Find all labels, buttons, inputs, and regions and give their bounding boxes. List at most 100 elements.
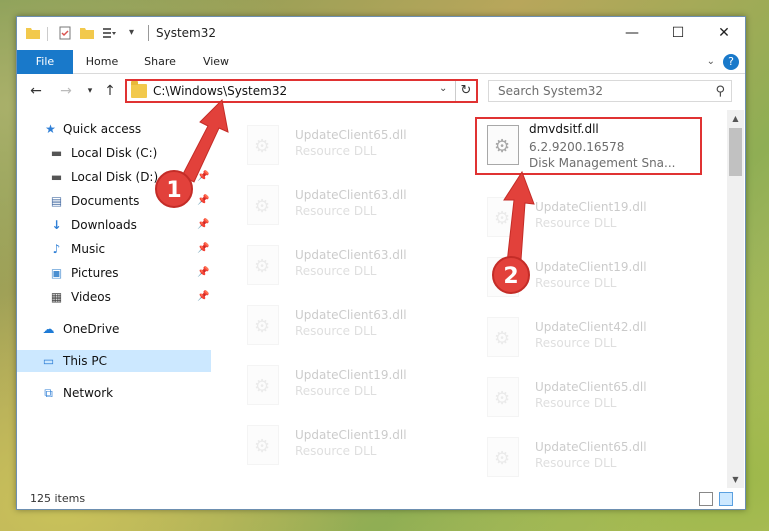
list-item[interactable]: UpdateClient42.dll Resource DLL	[477, 312, 705, 364]
sidebar-item-label: Local Disk (C:)	[71, 146, 158, 160]
folder-icon	[131, 81, 147, 98]
sidebar-item-label: Music	[71, 242, 106, 256]
search-icon[interactable]: ⚲	[715, 84, 725, 99]
scroll-up-icon[interactable]: ▲	[727, 110, 744, 127]
recent-locations-icon[interactable]: ▾	[81, 82, 99, 100]
sidebar-item-label: OneDrive	[63, 322, 120, 336]
sidebar-item-label: Network	[63, 386, 114, 400]
sidebar-item-network[interactable]: ⧉ Network	[17, 382, 211, 404]
dll-file-icon	[247, 365, 279, 405]
star-icon: ★	[45, 122, 56, 136]
sidebar-item-quick-access[interactable]: ★ Quick access	[17, 118, 211, 140]
list-item[interactable]: UpdateClient65.dll Resource DLL	[237, 120, 465, 172]
pin-icon[interactable]: 📌	[197, 190, 209, 212]
dll-file-icon	[247, 425, 279, 465]
pin-icon[interactable]: 📌	[197, 238, 209, 260]
refresh-icon[interactable]: ↻	[455, 81, 476, 101]
file-type: Resource DLL	[295, 264, 377, 278]
file-type: Resource DLL	[535, 276, 617, 290]
address-bar[interactable]: C:\Windows\System32 ⌄ ↻	[125, 79, 478, 103]
dll-file-icon	[487, 377, 519, 417]
list-item[interactable]: UpdateClient19.dll Resource DLL	[477, 192, 705, 244]
sidebar-item-label: Local Disk (D:)	[71, 170, 159, 184]
file-name: UpdateClient63.dll	[295, 308, 407, 322]
search-input[interactable]: Search System32 ⚲	[488, 80, 732, 102]
file-name: UpdateClient19.dll	[535, 200, 647, 214]
file-type: Resource DLL	[295, 384, 377, 398]
pin-icon[interactable]: 📌	[197, 214, 209, 236]
list-item[interactable]: UpdateClient19.dll Resource DLL	[237, 360, 465, 412]
sidebar-item-downloads[interactable]: ↓ Downloads 📌	[17, 214, 211, 236]
file-type: Resource DLL	[535, 216, 617, 230]
drive-icon: ▬	[50, 170, 63, 184]
expand-ribbon-icon[interactable]: ⌄	[707, 56, 715, 67]
download-icon: ↓	[51, 218, 62, 232]
address-path[interactable]: C:\Windows\System32	[153, 84, 287, 98]
navigation-pane: ★ Quick access ▬ Local Disk (C:) 📌 ▬ Loc…	[17, 110, 211, 488]
file-type: Resource DLL	[535, 336, 617, 350]
file-type: Resource DLL	[295, 324, 377, 338]
videos-icon: ▦	[50, 290, 63, 304]
maximize-button[interactable]: ☐	[655, 17, 701, 49]
dll-file-icon	[247, 185, 279, 225]
sidebar-item-label: Quick access	[63, 122, 142, 136]
tab-share[interactable]: Share	[137, 50, 183, 74]
file-type: Resource DLL	[295, 444, 377, 458]
navigation-bar: ← → ▾ ↑ C:\Windows\System32 ⌄ ↻ Search S…	[17, 74, 745, 110]
properties-icon[interactable]	[57, 25, 73, 41]
customize-toolbar-icon[interactable]	[101, 25, 117, 41]
help-button[interactable]: ?	[723, 54, 739, 70]
dll-file-icon	[247, 245, 279, 285]
dll-file-icon	[247, 305, 279, 345]
pin-icon[interactable]: 📌	[197, 142, 209, 164]
sidebar-item-label: Videos	[71, 290, 111, 304]
sidebar-item-onedrive[interactable]: ☁ OneDrive	[17, 318, 211, 340]
tab-home[interactable]: Home	[79, 50, 125, 74]
pin-icon[interactable]: 📌	[197, 166, 209, 188]
search-placeholder: Search System32	[498, 84, 604, 98]
tab-view[interactable]: View	[193, 50, 239, 74]
back-arrow-icon[interactable]: ←	[27, 82, 45, 100]
details-view-icon[interactable]	[699, 492, 713, 506]
list-item[interactable]: UpdateClient63.dll Resource DLL	[237, 180, 465, 232]
item-count: 125 items	[30, 492, 86, 505]
large-icons-view-icon[interactable]	[719, 492, 733, 506]
step-2-badge: 2	[492, 256, 530, 294]
close-button[interactable]: ✕	[701, 17, 747, 49]
scroll-down-icon[interactable]: ▼	[727, 471, 744, 488]
sidebar-item-videos[interactable]: ▦ Videos 📌	[17, 286, 211, 308]
sidebar-item-pictures[interactable]: ▣ Pictures 📌	[17, 262, 211, 284]
sidebar-item-local-disk-c[interactable]: ▬ Local Disk (C:) 📌	[17, 142, 211, 164]
file-type: Resource DLL	[535, 456, 617, 470]
file-name: UpdateClient65.dll	[535, 440, 647, 454]
music-icon: ♪	[52, 242, 61, 256]
chevron-down-icon[interactable]: ▾	[129, 25, 145, 41]
file-name: UpdateClient19.dll	[295, 368, 407, 382]
new-folder-icon[interactable]	[79, 25, 95, 41]
minimize-button[interactable]: —	[609, 17, 655, 49]
sidebar-item-this-pc[interactable]: ▭ This PC	[17, 350, 211, 372]
tab-file[interactable]: File	[17, 50, 73, 74]
pin-icon[interactable]: 📌	[197, 262, 209, 284]
title-separator	[148, 25, 149, 41]
scrollbar-thumb[interactable]	[729, 128, 742, 176]
list-item[interactable]: UpdateClient63.dll Resource DLL	[237, 240, 465, 292]
sidebar-item-label: Pictures	[71, 266, 119, 280]
list-item[interactable]: UpdateClient65.dll Resource DLL	[477, 372, 705, 424]
chevron-down-icon[interactable]: ⌄	[439, 83, 447, 94]
quick-access-separator	[47, 27, 48, 41]
list-item[interactable]: UpdateClient63.dll Resource DLL	[237, 300, 465, 352]
vertical-scrollbar[interactable]: ▲ ▼	[727, 110, 744, 488]
list-item[interactable]: UpdateClient19.dll Resource DLL	[237, 420, 465, 472]
file-list: UpdateClient65.dll Resource DLL UpdateCl…	[227, 110, 727, 488]
file-name: UpdateClient63.dll	[295, 188, 407, 202]
up-arrow-icon[interactable]: ↑	[101, 82, 119, 100]
sidebar-item-label: Documents	[71, 194, 140, 208]
drive-icon: ▬	[50, 146, 63, 160]
list-item[interactable]: UpdateClient65.dll Resource DLL	[477, 432, 705, 484]
pin-icon[interactable]: 📌	[197, 286, 209, 308]
sidebar-item-music[interactable]: ♪ Music 📌	[17, 238, 211, 260]
title-bar: ▾ System32 — ☐ ✕	[17, 17, 745, 50]
forward-arrow-icon[interactable]: →	[57, 82, 75, 100]
folder-icon[interactable]	[25, 25, 41, 41]
